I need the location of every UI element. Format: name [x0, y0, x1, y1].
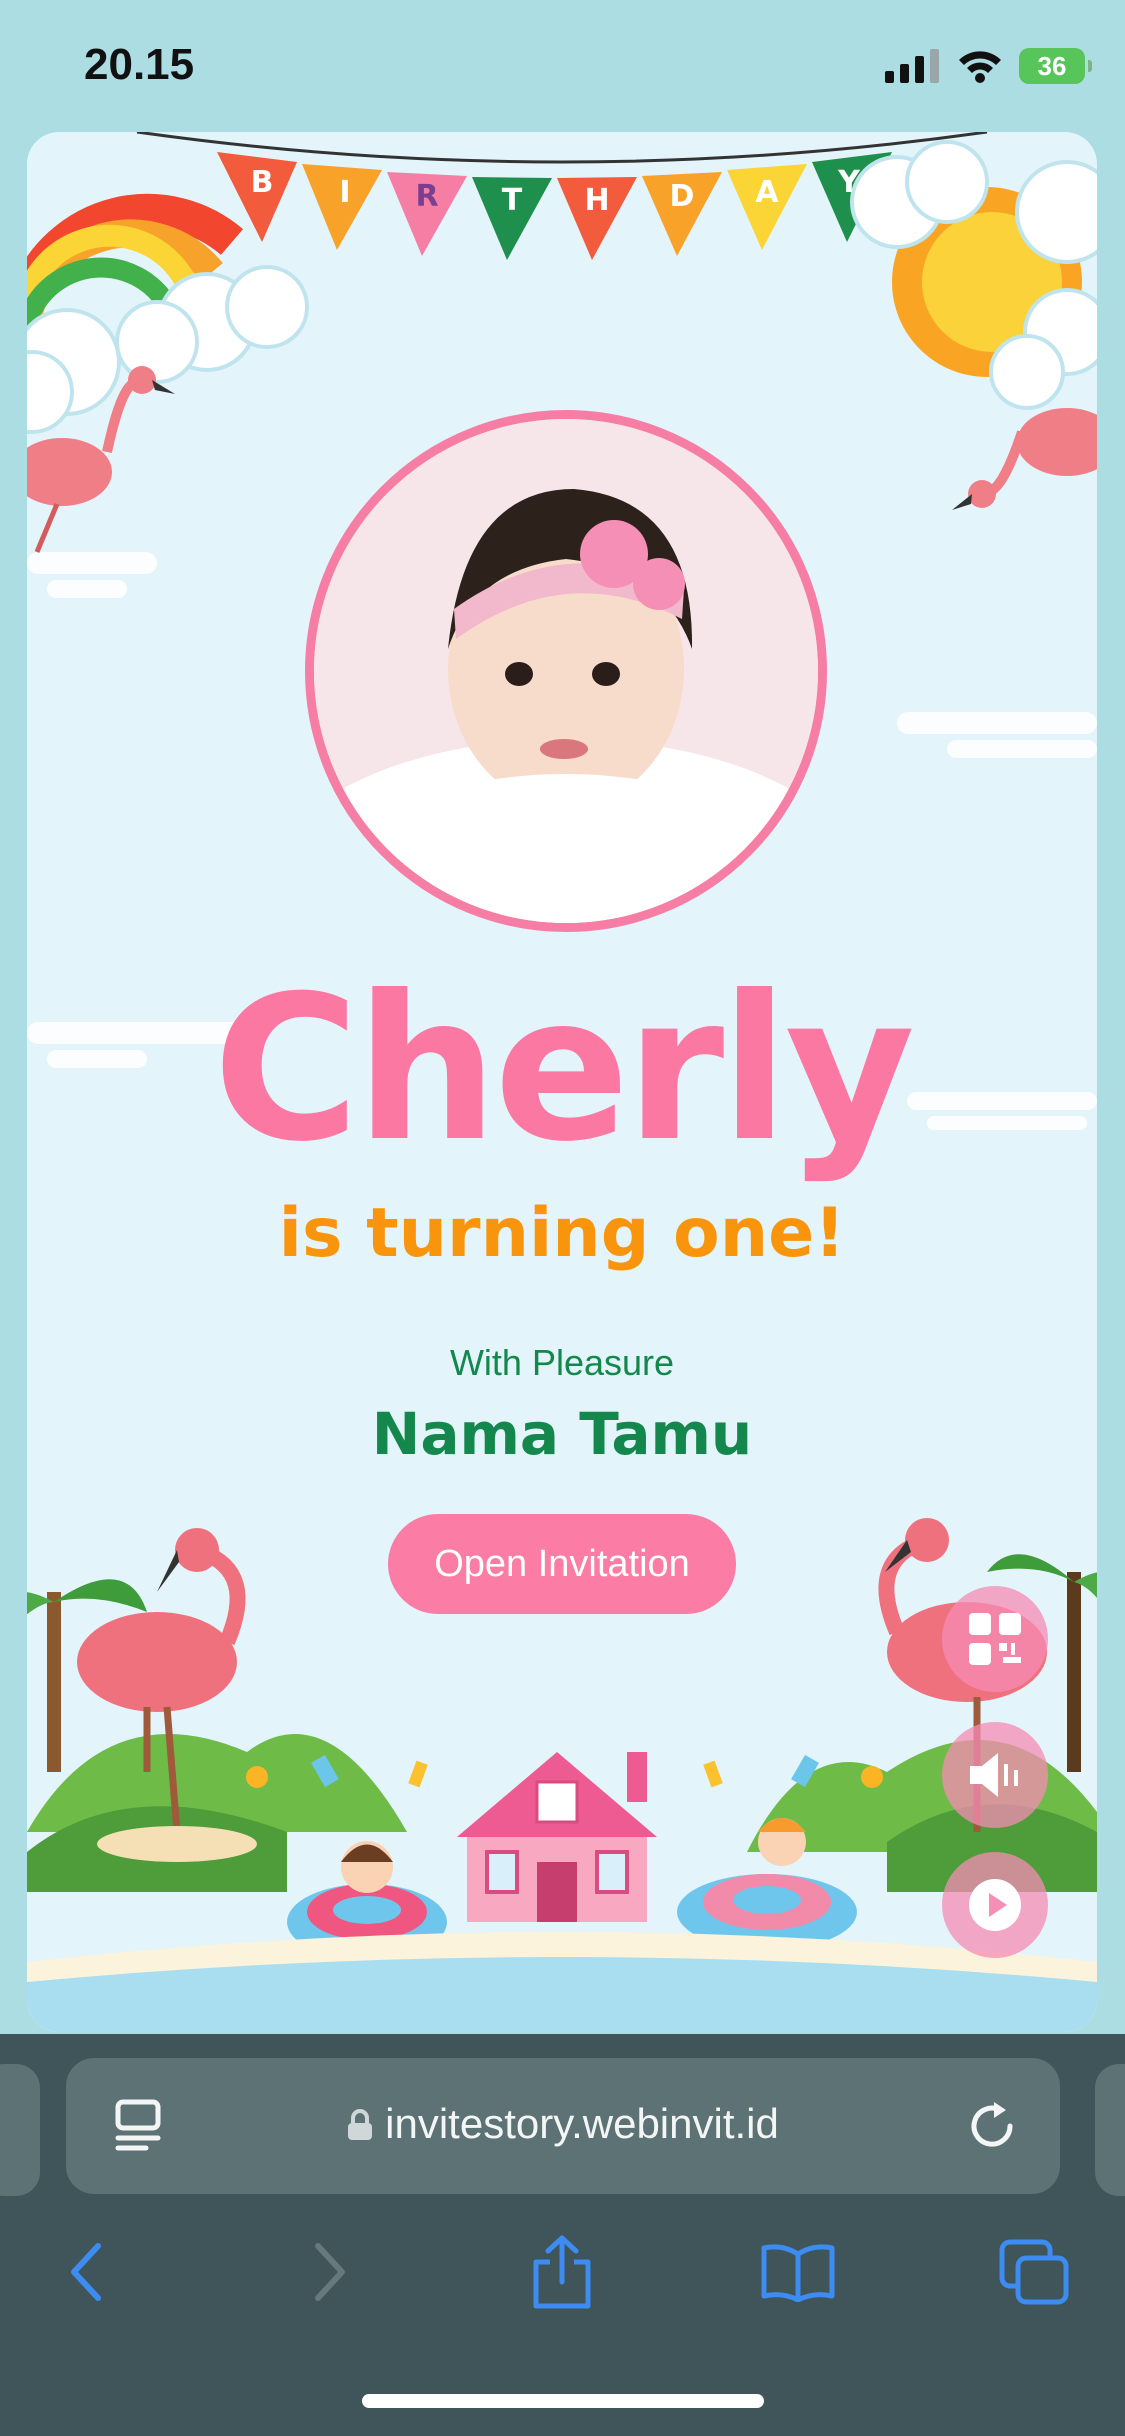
bunting-letter: R [415, 179, 438, 214]
qr-code-button[interactable] [942, 1586, 1048, 1692]
event-subtitle: is turning one! [278, 1194, 846, 1273]
play-music-button[interactable] [942, 1852, 1048, 1958]
lock-icon [347, 2103, 373, 2151]
forward-icon [315, 2243, 345, 2301]
status-icons: 36 [885, 48, 1092, 84]
status-bar: 20.15 36 [0, 0, 1125, 132]
share-button[interactable] [522, 2232, 602, 2312]
bunting-letter: D [670, 179, 695, 214]
bunting-letter: H [584, 183, 609, 218]
address-bar[interactable]: invitestory.webinvit.id [66, 2058, 1060, 2194]
forward-button[interactable] [290, 2232, 370, 2312]
bunting-letter: Y [837, 165, 861, 200]
guest-name: Nama Tamu [371, 1400, 753, 1468]
back-button[interactable] [46, 2232, 126, 2312]
tabs-icon [999, 2239, 1069, 2305]
battery-level: 36 [1037, 50, 1067, 81]
url-text: invitestory.webinvit.id [385, 2100, 779, 2147]
speaker-muted-icon [970, 1753, 1018, 1797]
back-icon [71, 2243, 101, 2301]
home-indicator[interactable] [362, 2394, 764, 2408]
flamingo-top-right [952, 408, 1097, 510]
bunting-letter: I [339, 175, 350, 210]
reload-button[interactable] [966, 2098, 1020, 2158]
bunting-letter: T [502, 183, 523, 218]
house-illustration [457, 1752, 657, 1922]
signal-icon [885, 49, 939, 83]
url-display[interactable]: invitestory.webinvit.id [66, 2100, 1060, 2151]
baby-portrait-image [314, 419, 818, 923]
bookmarks-button[interactable] [758, 2232, 838, 2312]
browser-toolbar: invitestory.webinvit.id [0, 2034, 1125, 2436]
mute-audio-button[interactable] [942, 1722, 1048, 1828]
next-tab-peek[interactable] [1095, 2064, 1125, 2196]
bookmarks-icon [761, 2244, 835, 2302]
play-icon [969, 1879, 1021, 1931]
bunting-letter: B [251, 165, 274, 200]
bunting-letter: A [755, 175, 779, 210]
battery-indicator: 36 [1019, 48, 1092, 84]
greeting-text: With Pleasure [449, 1342, 675, 1383]
tabs-button[interactable] [994, 2232, 1074, 2312]
previous-tab-peek[interactable] [0, 2064, 40, 2196]
reload-icon [971, 2102, 1013, 2147]
status-time: 20.15 [84, 40, 195, 89]
baby-photo [305, 410, 827, 932]
invitation-card: B I R T H D A Y Cherly is turning one! With Ple… [27, 132, 1097, 2032]
qr-code-icon [969, 1613, 1021, 1665]
wifi-icon [959, 51, 1001, 83]
share-icon [533, 2235, 591, 2309]
celebrant-name: Cherly [212, 953, 915, 1186]
birthday-bunting [217, 152, 892, 260]
open-invitation-button[interactable]: Open Invitation [388, 1514, 736, 1614]
